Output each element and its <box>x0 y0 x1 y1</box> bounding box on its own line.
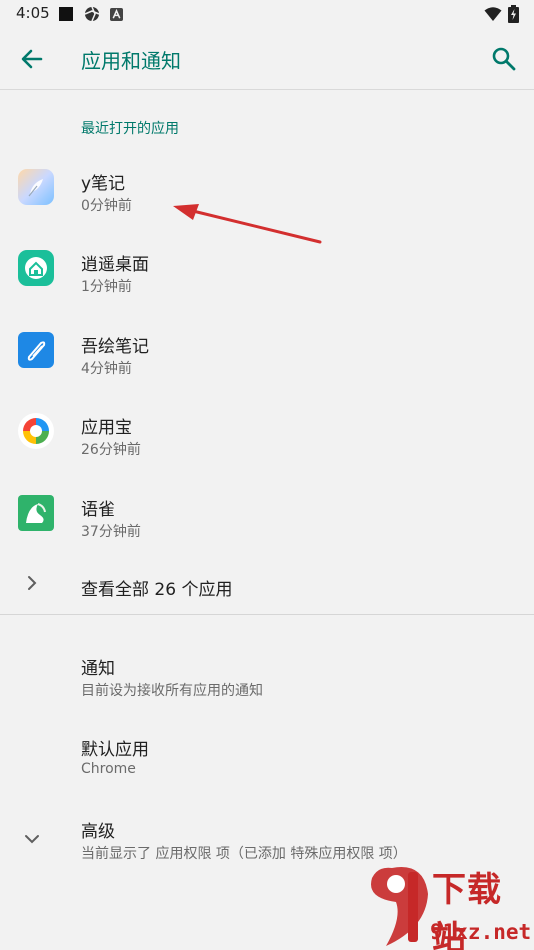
back-arrow-icon[interactable] <box>12 39 52 79</box>
setting-title: 默认应用 <box>81 740 149 760</box>
wuhui-notes-icon <box>18 332 54 368</box>
recent-app-item[interactable]: 吾绘笔记 4分钟前 <box>0 332 534 420</box>
setting-title: 高级 <box>81 822 115 842</box>
yuque-icon <box>18 495 54 531</box>
recent-app-item[interactable]: 逍遥桌面 1分钟前 <box>0 250 534 338</box>
recent-app-item[interactable]: 应用宝 26分钟前 <box>0 413 534 501</box>
wifi-icon <box>484 7 502 21</box>
app-last-used: 1分钟前 <box>81 279 132 295</box>
yingyongbao-icon <box>18 413 54 449</box>
app-bar: 应用和通知 <box>0 27 534 90</box>
setting-subtitle: 当前显示了 应用权限 项（已添加 特殊应用权限 项） <box>81 846 407 862</box>
status-bar: 4:05 <box>0 0 534 27</box>
app-name: 应用宝 <box>81 418 132 438</box>
battery-charging-icon <box>508 5 519 23</box>
see-all-apps-button[interactable]: 查看全部 26 个应用 <box>0 565 534 605</box>
recent-apps-header: 最近打开的应用 <box>81 121 179 137</box>
chevron-down-icon <box>25 835 39 844</box>
xiaoyao-launcher-icon <box>18 250 54 286</box>
page-title: 应用和通知 <box>81 49 181 73</box>
aperture-icon <box>84 6 100 22</box>
app-name: y笔记 <box>81 174 126 194</box>
app-last-used: 4分钟前 <box>81 361 132 377</box>
app-last-used: 37分钟前 <box>81 524 141 540</box>
search-icon[interactable] <box>484 39 524 79</box>
app-name: 吾绘笔记 <box>81 337 149 357</box>
setting-title: 通知 <box>81 659 115 679</box>
status-time: 4:05 <box>16 4 50 22</box>
section-divider <box>0 614 534 615</box>
a-badge-icon <box>110 8 123 21</box>
app-last-used: 26分钟前 <box>81 442 141 458</box>
app-last-used: 0分钟前 <box>81 198 132 214</box>
watermark-url: 91xz.net <box>430 920 532 944</box>
default-apps-setting[interactable]: 默认应用 Chrome <box>0 735 534 795</box>
see-all-apps-label: 查看全部 26 个应用 <box>81 580 233 600</box>
notifications-setting[interactable]: 通知 目前设为接收所有应用的通知 <box>0 654 534 714</box>
app-name: 语雀 <box>81 500 115 520</box>
setting-subtitle: Chrome <box>81 761 136 777</box>
notification-square-icon <box>59 7 73 21</box>
app-name: 逍遥桌面 <box>81 255 149 275</box>
setting-subtitle: 目前设为接收所有应用的通知 <box>81 683 263 699</box>
y-notes-icon <box>18 169 54 205</box>
annotation-arrow-icon <box>173 204 322 244</box>
chevron-right-icon <box>28 576 37 590</box>
